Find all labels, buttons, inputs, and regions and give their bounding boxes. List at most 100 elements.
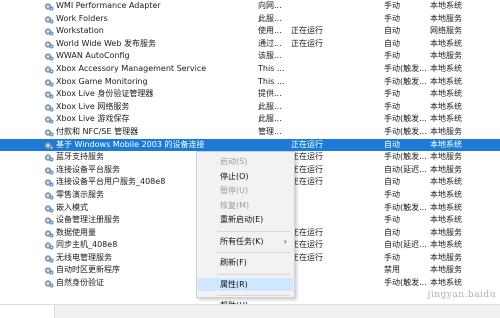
service-description: 向网... [258,1,282,10]
service-startup-type: 自动 [384,38,400,48]
menu-item-label: 恢复(M) [220,200,250,210]
service-name: Xbox Live 网络服务 [56,101,130,111]
service-startup-type: 自动 [384,139,400,149]
service-name: Xbox Game Monitoring [56,76,148,86]
service-row[interactable]: Xbox Game Monitoring This ... 手动(触发... 本地系统 [0,76,500,89]
tab-extended[interactable] [0,305,55,318]
service-logon-as: 本地服务 [430,227,462,237]
service-logon-as: 本地系统 [430,38,462,48]
service-startup-type: 手动(触发... [384,63,427,73]
service-gear-icon [44,103,54,112]
service-row[interactable]: Work Folders 此服... 手动 本地服务 [0,13,500,26]
menu-item-label: 停止(O) [220,171,249,181]
service-row[interactable]: Workstation 使用... 正在运行 自动 网络服务 [0,25,500,38]
service-startup-type: 手动 [384,89,400,99]
service-name: 付款和 NFC/SE 管理器 [56,126,139,136]
service-gear-icon [44,65,54,74]
service-logon-as: 本地服务 [430,126,462,136]
service-logon-as: 本地系统 [430,114,462,124]
services-window: WMI Performance Adapter 向网... 手动 本地系统 Work F… [0,0,500,318]
bottom-tab-strip [0,304,500,318]
service-status: 正在运行 [291,152,323,162]
menu-item-label: 暂停(U) [220,186,249,195]
service-logon-as: 本地服务 [430,13,462,23]
service-name: WMI Performance Adapter [56,1,161,10]
service-startup-type: 手动 [384,13,400,23]
service-row[interactable]: World Wide Web 发布服务 通过... 正在运行 自动 本地系统 [0,38,500,51]
service-logon-as: 本地系统 [430,202,462,212]
service-gear-icon [44,90,54,99]
service-logon-as: 本地系统 [430,278,462,288]
service-startup-type: 手动 [384,215,400,225]
service-name: World Wide Web 发布服务 [56,38,156,48]
service-logon-as: 本地系统 [430,1,462,10]
service-logon-as: 本地服务 [430,152,462,162]
menu-item[interactable]: 重新启动(E) [198,213,293,226]
menu-separator [217,295,290,296]
menu-item[interactable]: 刷新(F) [198,256,293,269]
service-description: This ... [258,76,285,86]
service-description: 此服... [258,114,282,124]
service-gear-icon [44,115,54,124]
menu-item[interactable]: 所有任务(K) › [198,235,293,248]
service-status: 正在运行 [291,177,323,187]
menu-item[interactable]: 启动(S) [198,155,293,168]
service-row[interactable]: WWAN AutoConfig 该服... 手动 本地服务 [0,50,500,63]
menu-item[interactable]: 属性(R) [198,277,293,291]
service-logon-as: 本地服务 [430,51,462,61]
service-status: 正在运行 [291,26,323,36]
menu-item[interactable]: 暂停(U) [198,184,293,197]
service-gear-icon [44,241,54,250]
menu-item[interactable]: 停止(O) [198,170,293,183]
service-logon-as: 本地系统 [430,89,462,99]
service-logon-as: 本地系统 [430,139,462,149]
service-logon-as: 本地服务 [430,252,462,262]
service-gear-icon [44,178,54,187]
service-logon-as: 本地系统 [430,189,462,199]
service-row[interactable]: 付款和 NFC/SE 管理器 管理... 手动(触发... 本地服务 [0,126,500,139]
service-status: 正在运行 [291,164,323,174]
service-description: 通过... [258,38,282,48]
service-gear-icon [44,204,54,213]
service-gear-icon [44,40,54,49]
menu-item-label: 属性(R) [220,279,248,289]
service-startup-type: 禁用 [384,265,400,275]
service-gear-icon [44,2,54,11]
service-gear-icon [44,141,54,150]
watermark: jingyan.baidu [427,290,496,300]
service-startup-type: 自动(延迟... [384,164,427,174]
service-startup-type: 自动(延迟... [384,240,427,250]
service-row[interactable]: Xbox Live 游戏保存 此服... 手动(触发... 本地系统 [0,113,500,126]
service-description: 提供... [258,89,282,99]
service-logon-as: 本地系统 [430,101,462,111]
service-name: WWAN AutoConfig [56,51,130,61]
menu-item-label: 启动(S) [220,157,248,166]
menu-item-label: 重新启动(E) [220,215,264,224]
service-startup-type: 手动(触发... [384,152,427,162]
menu-item[interactable]: 恢复(M) [198,199,293,212]
service-name: 基于 Windows Mobile 2003 的设备连接 [56,139,205,149]
service-row[interactable]: WMI Performance Adapter 向网... 手动 本地系统 [0,0,500,13]
service-name: Xbox Accessory Management Service [56,63,207,73]
service-gear-icon [44,15,54,24]
service-row[interactable]: Xbox Live 身份验证管理器 提供... 手动 本地系统 [0,88,500,101]
service-logon-as: 本地服务 [430,164,462,174]
service-name: Work Folders [56,13,108,23]
service-row-selected[interactable]: 基于 Windows Mobile 2003 的设备连接 正在运行 自动 本地系统 [0,138,500,152]
service-gear-icon [44,166,54,175]
menu-separator [217,252,290,253]
service-startup-type: 手动 [384,51,400,61]
service-startup-type: 手动(触发... [384,114,427,124]
service-startup-type: 手动(触发... [384,202,427,212]
service-row[interactable]: Xbox Accessory Management Service This ..… [0,63,500,76]
service-gear-icon [44,153,54,162]
service-row[interactable]: Xbox Live 网络服务 此服... 手动 本地系统 [0,101,500,114]
service-logon-as: 本地系统 [430,215,462,225]
submenu-arrow-icon: › [283,236,287,246]
service-name: Xbox Live 身份验证管理器 [56,89,154,99]
service-logon-as: 本地服务 [430,265,462,275]
service-gear-icon [44,266,54,275]
service-description: This ... [258,63,285,73]
service-status: 正在运行 [291,139,323,149]
menu-separator [217,230,290,232]
